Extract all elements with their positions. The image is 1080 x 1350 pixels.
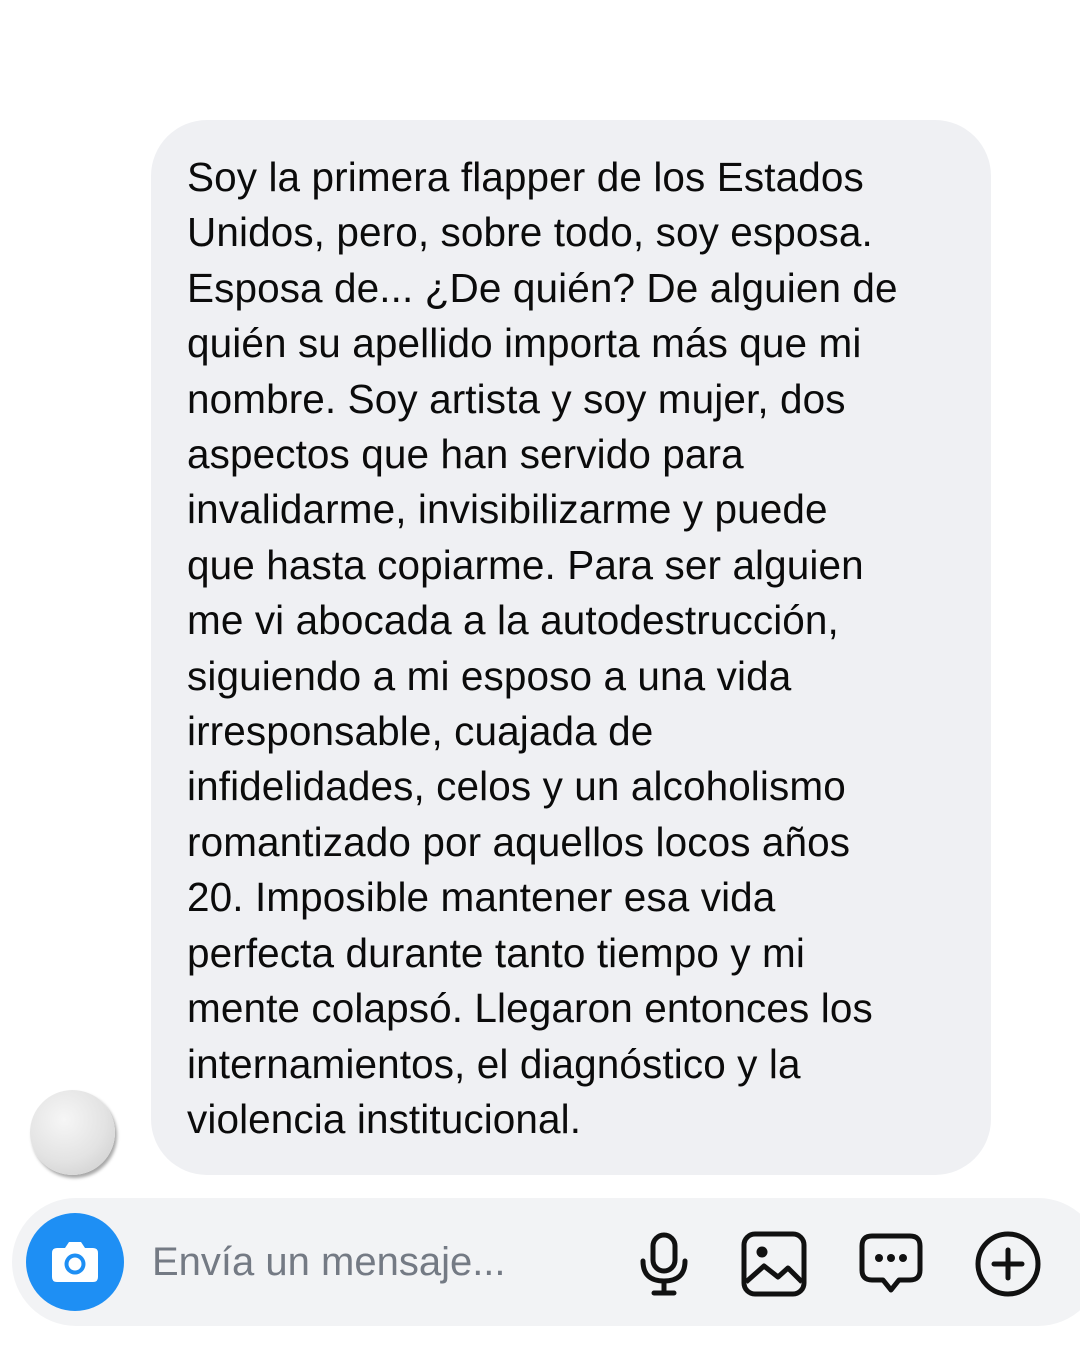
message-line: mente colapsó. Llegaron entonces los xyxy=(187,985,873,1032)
microphone-icon xyxy=(640,1232,688,1296)
message-line: quién su apellido importa más que mi xyxy=(187,320,862,367)
message-line: que hasta copiarme. Para ser alguien xyxy=(187,541,864,588)
message-line: 20. Imposible mantener esa vida xyxy=(187,874,776,921)
received-message-bubble[interactable]: Soy la primera flapper de los Estados Un… xyxy=(151,120,991,1175)
camera-button[interactable] xyxy=(26,1213,124,1311)
chat-bubble-dots-icon xyxy=(859,1233,923,1293)
sticker-button[interactable] xyxy=(855,1228,927,1300)
message-line: siguiendo a mi esposo a una vida xyxy=(187,652,792,699)
message-line: Unidos, pero, sobre todo, soy esposa. xyxy=(187,209,873,256)
message-line: nombre. Soy artista y soy mujer, dos xyxy=(187,375,846,422)
message-line: me vi abocada a la autodestrucción, xyxy=(187,597,839,644)
image-icon xyxy=(741,1231,807,1297)
add-content-button[interactable] xyxy=(972,1228,1044,1300)
plus-circle-icon xyxy=(975,1231,1041,1297)
message-input[interactable] xyxy=(152,1232,612,1292)
message-line: romantizado por aquellos locos años xyxy=(187,818,851,865)
message-line: irresponsable, cuajada de xyxy=(187,708,654,755)
sender-avatar[interactable] xyxy=(30,1090,115,1175)
gallery-button[interactable] xyxy=(738,1228,810,1300)
camera-icon xyxy=(52,1242,98,1282)
message-line: perfecta durante tanto tiempo y mi xyxy=(187,929,805,976)
message-line: violencia institucional. xyxy=(187,1095,582,1142)
message-line: internamientos, el diagnóstico y la xyxy=(187,1040,801,1087)
chat-area: Soy la primera flapper de los Estados Un… xyxy=(0,0,1080,1190)
message-line: invalidarme, invisibilizarme y puede xyxy=(187,486,828,533)
message-line: infidelidades, celos y un alcoholismo xyxy=(187,763,846,810)
message-line: aspectos que han servido para xyxy=(187,431,744,478)
message-line: Esposa de... ¿De quién? De alguien de xyxy=(187,264,898,311)
message-line: Soy la primera flapper de los Estados xyxy=(187,154,864,200)
voice-message-button[interactable] xyxy=(628,1228,700,1300)
